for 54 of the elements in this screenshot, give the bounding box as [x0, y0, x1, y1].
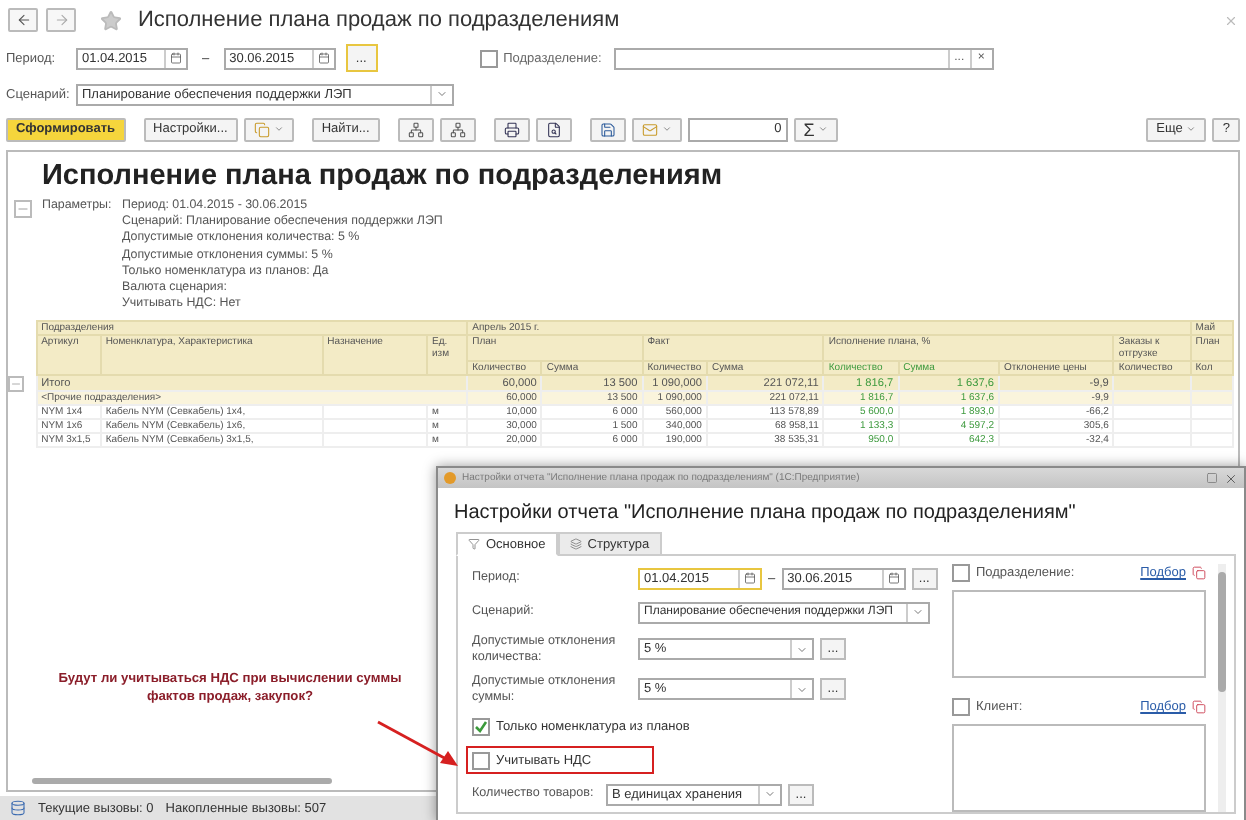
back-button[interactable] — [8, 8, 38, 32]
preview-button[interactable] — [535, 117, 572, 141]
layers-icon — [569, 538, 582, 550]
caret-icon — [1186, 124, 1197, 134]
filter-icon — [468, 538, 480, 550]
checkbox[interactable] — [472, 751, 490, 769]
checkbox[interactable] — [472, 717, 490, 735]
preview-icon — [545, 121, 562, 137]
forward-button[interactable] — [46, 8, 76, 32]
caret-icon — [818, 124, 829, 134]
save-button[interactable] — [589, 117, 626, 141]
horizontal-scrollbar[interactable] — [32, 778, 332, 784]
list-box[interactable] — [952, 590, 1206, 678]
dropdown-icon — [436, 88, 448, 100]
window-title: Исполнение плана продаж по подразделениям — [138, 8, 622, 32]
save-icon — [599, 121, 616, 137]
collapse-groups-button[interactable] — [439, 117, 476, 141]
dropdown-icon — [796, 683, 808, 695]
calendar-icon — [317, 52, 330, 64]
caret-icon — [661, 124, 672, 134]
report-title: Исполнение плана продаж по подразделениям — [42, 158, 723, 196]
copy-icon — [253, 121, 270, 137]
checkbox[interactable] — [952, 698, 970, 716]
window-icon — [1206, 472, 1218, 484]
forward-arrow-icon — [53, 12, 69, 28]
database-icon — [10, 800, 26, 816]
close-icon[interactable] — [1224, 13, 1238, 27]
close-icon — [1224, 471, 1238, 485]
calendar-icon — [887, 572, 900, 584]
checkbox[interactable] — [952, 564, 970, 582]
collapse-group-icon — [14, 200, 32, 218]
dialog-heading: Настройки отчета "Исполнение плана продаж по подразделениям" — [452, 500, 1078, 528]
sum-menu-button[interactable]: Σ — [793, 117, 839, 141]
print-button[interactable] — [493, 117, 530, 141]
app-logo-icon — [444, 472, 456, 484]
tree-icon — [407, 121, 424, 137]
calendar-icon — [744, 572, 756, 584]
checkbox[interactable] — [479, 49, 498, 67]
calendar-icon — [170, 52, 182, 64]
dropdown-icon — [912, 606, 924, 618]
printer-icon — [503, 121, 520, 137]
back-arrow-icon — [15, 12, 31, 28]
expand-groups-button[interactable] — [397, 117, 434, 141]
annotation-arrow — [376, 720, 460, 768]
list-box[interactable] — [952, 724, 1206, 812]
mail-icon — [641, 121, 658, 137]
mail-menu-button[interactable] — [631, 117, 682, 141]
vertical-scrollbar[interactable] — [1218, 564, 1226, 812]
copy-menu-button[interactable] — [243, 117, 294, 141]
dropdown-icon — [764, 788, 776, 800]
tree-icon — [449, 121, 466, 137]
dropdown-icon — [796, 643, 808, 655]
caret-icon — [273, 124, 284, 134]
star-icon[interactable] — [100, 9, 122, 31]
